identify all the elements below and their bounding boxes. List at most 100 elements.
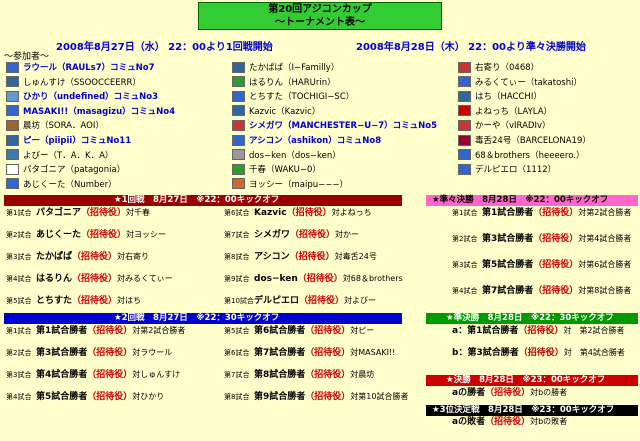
participant-item: よねっち（LAYLA）: [458, 104, 552, 118]
team-flag-icon: [6, 90, 19, 102]
participant-name: かーや（vIRADIv）: [475, 121, 551, 132]
participant-name: 千春（WAKU−0）: [249, 165, 321, 176]
participant-community-no: コミュNo8: [336, 136, 382, 146]
participant-item: dos−ken（dos−ken）: [232, 148, 341, 162]
match-number: 第2試合: [452, 235, 478, 243]
match-host-tag: （招待役）: [290, 230, 336, 240]
match-row: 第5試合 とちすた（招待役）対はち: [6, 293, 141, 307]
match-team-b: 対bの勝者: [530, 388, 568, 397]
match-row: 第5試合 第6試合勝者（招待役）対ピー: [224, 323, 374, 337]
match-row: 第3試合 第4試合勝者（招待役）対しゅんすけ: [6, 367, 180, 381]
semifinal-header-label: ★準決勝 8月28日 ※22：30キックオフ: [446, 313, 614, 323]
match-row: 第2試合 第3試合勝者（招待役）対ラウール: [6, 345, 172, 359]
match-text: a：第1試合勝者（招待役）対 第2試合勝者: [452, 323, 624, 336]
participant-item: よびー（T．A．K．A）: [6, 148, 113, 162]
match-text: たかぱぱ（招待役）対右寄り: [36, 249, 149, 262]
match-team-a: デルピエロ: [254, 296, 300, 306]
match-text: aの敗者（招待役）対bの敗者: [452, 414, 567, 427]
match-team-a: 第7試合勝者: [482, 286, 534, 296]
match-team-b: 対 第4試合勝者: [563, 348, 625, 357]
match-team-b: 対みるくてぃー: [117, 274, 173, 283]
match-host-tag: （招待役）: [533, 208, 579, 218]
match-host-tag: （招待役）: [87, 348, 133, 358]
match-host-tag: （招待役）: [485, 388, 531, 398]
match-host-tag: （招待役）: [72, 296, 118, 306]
match-text: 第1試合勝者（招待役）対第2試合勝者: [36, 323, 185, 336]
match-number: 第7試合: [224, 231, 250, 239]
match-team-a: 第6試合勝者: [254, 326, 306, 336]
team-flag-icon: [458, 163, 471, 175]
match-number: 第9試合: [224, 275, 250, 283]
match-host-tag: （招待役）: [289, 252, 335, 262]
team-flag-icon: [458, 61, 471, 73]
participant-item: アシコン（ashikon） コミュNo8: [232, 133, 381, 147]
match-team-b: 対ヨッシー: [126, 230, 167, 239]
participant-name: はるりん（HARUrin）: [249, 77, 336, 88]
match-number: 第3試合: [6, 371, 32, 379]
match-team-b: 対第10試合勝者: [350, 392, 409, 401]
match-number: 第5試合: [224, 327, 250, 335]
match-row: aの敗者（招待役）対bの敗者: [452, 414, 567, 428]
participant-item: デルピエロ（1112）: [458, 162, 556, 176]
match-text: アシコン（招待役）対毒舌24号: [254, 249, 377, 262]
match-host-tag: （招待役）: [485, 417, 531, 427]
match-text: Kazvic（招待役）対よねっち: [254, 205, 372, 218]
match-row: 第8試合 第9試合勝者（招待役）対第10試合勝者: [224, 389, 408, 403]
match-number: 第2試合: [6, 231, 32, 239]
match-host-tag: （招待役）: [533, 234, 579, 244]
match-host-tag: （招待役）: [81, 230, 127, 240]
participant-item: あじくーた（Number）: [6, 177, 117, 191]
match-text: 第3試合勝者（招待役）対第4試合勝者: [482, 231, 631, 244]
match-team-a: 第1試合勝者: [36, 326, 88, 336]
participant-item: ひかり（undefined） コミュNo3: [6, 89, 158, 103]
match-row: 第6試合 Kazvic（招待役）対よねっち: [224, 205, 372, 219]
match-row: 第1試合 パタゴニア（招待役）対千春: [6, 205, 150, 219]
match-number: 第6試合: [224, 209, 250, 217]
match-team-a: 第7試合勝者: [254, 348, 306, 358]
participant-name: パタゴニア（patagonia）: [23, 165, 126, 176]
match-number: 第3試合: [6, 253, 32, 261]
participant-name: 右寄り（0468）: [475, 63, 540, 73]
team-flag-icon: [6, 61, 19, 73]
match-host-tag: （招待役）: [81, 208, 127, 218]
match-team-b: 対かー: [335, 230, 360, 239]
match-team-b: 対68＆brothers: [342, 274, 403, 283]
match-text: 第7試合勝者（招待役）対MASAKI!!: [254, 345, 395, 358]
participant-name: 毒舌24号（BARCELONA19）: [475, 136, 591, 146]
participant-name: はち（HACCHI）: [475, 92, 542, 103]
match-row: 第7試合 シメガワ（招待役）対かー: [224, 227, 359, 241]
match-team-b: 対右寄り: [117, 252, 150, 261]
match-row: 第7試合 第8試合勝者（招待役）対晨坊: [224, 367, 374, 381]
team-flag-icon: [6, 163, 19, 175]
match-team-b: 対第2試合勝者: [132, 326, 186, 335]
match-text: デルピエロ（招待役）対よびー: [254, 293, 376, 306]
match-row: 第2試合 第3試合勝者（招待役）対第4試合勝者: [452, 231, 631, 245]
team-flag-icon: [232, 61, 245, 73]
team-flag-icon: [232, 134, 245, 146]
match-text: 第1試合勝者（招待役）対第2試合勝者: [482, 205, 631, 218]
match-row: b：第3試合勝者（招待役）対 第4試合勝者: [452, 345, 625, 359]
team-flag-icon: [232, 90, 245, 102]
participant-item: パタゴニア（patagonia）: [6, 162, 125, 176]
participant-name: あじくーた（Number）: [23, 179, 117, 190]
team-flag-icon: [232, 163, 245, 175]
match-number: 第4試合: [6, 393, 32, 401]
match-team-b: 対よびー: [344, 296, 377, 305]
participant-item: とちすた（TOCHIGI−SC）: [232, 89, 354, 103]
match-team-a: b：第3試合勝者: [452, 348, 519, 358]
team-flag-icon: [232, 76, 245, 88]
participant-name: 晨坊（SORA．AOI）: [23, 121, 104, 132]
match-team-b: 対 第2試合勝者: [563, 326, 625, 335]
match-text: 第5試合勝者（招待役）対第6試合勝者: [482, 257, 631, 270]
team-flag-icon: [458, 90, 471, 102]
team-flag-icon: [6, 178, 19, 190]
match-number: 第6試合: [224, 349, 250, 357]
team-flag-icon: [458, 149, 471, 161]
participant-item: みるくてぃー（takatoshi）: [458, 75, 582, 89]
participant-community-no: コミュNo5: [392, 121, 438, 132]
participant-name: アシコン（ashikon）: [249, 136, 337, 146]
match-team-b: 対第6試合勝者: [578, 260, 632, 269]
participant-item: しゅんすけ（SSOOCCEERR）: [6, 75, 141, 89]
match-host-tag: （招待役）: [305, 326, 351, 336]
participant-name: 68＆brothers（heeeero.）: [475, 150, 585, 161]
